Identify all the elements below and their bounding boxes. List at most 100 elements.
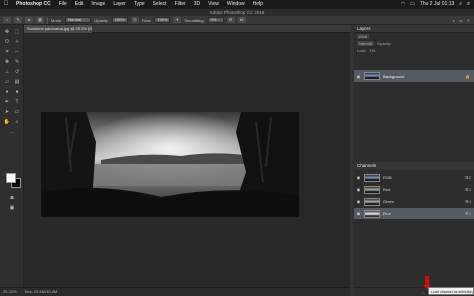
eraser-tool-icon[interactable]: ▱	[3, 79, 11, 86]
mode-label: Mode:	[51, 17, 63, 23]
lock-icon[interactable]: 🔒	[465, 74, 474, 79]
load-selection-icon[interactable]: ◌	[422, 290, 424, 295]
menu-app[interactable]: Photoshop CC	[12, 0, 55, 9]
photoshop-window:  Photoshop CC File Edit Image Layer Typ…	[0, 0, 474, 296]
search-icon[interactable]: ⌕	[453, 18, 455, 23]
smoothing-field[interactable]: 0%	[207, 17, 224, 23]
menubar-status: ◠ ▭ Thu 2 Jul 01:13 ⌕ ≡	[401, 0, 474, 9]
opacity-field[interactable]: 100%	[111, 17, 128, 23]
hand-tool-icon[interactable]: ✋	[3, 119, 11, 126]
wifi-icon[interactable]: ◠	[401, 0, 405, 9]
menu-layer[interactable]: Layer	[109, 0, 130, 9]
lasso-tool-icon[interactable]: ʘ	[3, 39, 11, 46]
history-brush-tool-icon[interactable]: ↺	[13, 69, 21, 76]
healing-tool-icon[interactable]: ✚	[3, 59, 11, 66]
menu-select[interactable]: Select	[149, 0, 171, 9]
kind-filter[interactable]: Kind	[357, 33, 370, 39]
layer-filter-row: Kind	[354, 33, 474, 40]
blend-mode-select[interactable]: Normal	[357, 40, 374, 46]
crop-tool-icon[interactable]: ⌗	[3, 49, 11, 56]
channel-thumbnail	[364, 209, 380, 218]
menu-filter[interactable]: Filter	[171, 0, 190, 9]
shape-tool-icon[interactable]: ▭	[13, 109, 21, 116]
layer-name[interactable]: Background	[383, 74, 404, 79]
menu-list-icon[interactable]: ≡	[467, 0, 470, 9]
zoom-tool-icon[interactable]: ⌕	[13, 119, 21, 126]
stamp-tool-icon[interactable]: ⊥	[3, 69, 11, 76]
apple-icon[interactable]: 	[0, 0, 12, 9]
share-icon[interactable]: ⇪	[467, 18, 470, 23]
zoom-level[interactable]: 25.32%	[3, 288, 17, 296]
lock-label: Lock:	[357, 47, 367, 53]
channel-thumbnail	[364, 185, 380, 194]
brush-preset-icon[interactable]: ●	[25, 17, 33, 23]
more-tools-icon[interactable]: …	[8, 129, 16, 136]
search-icon[interactable]: ⌕	[459, 0, 462, 9]
menu-type[interactable]: Type	[130, 0, 149, 9]
menu-file[interactable]: File	[55, 0, 71, 9]
document-tabs: Sunshine panorama.jpg @ 25.3% (Blue/8) *	[24, 25, 350, 33]
menu-3d[interactable]: 3D	[190, 0, 204, 9]
smoothing-options-icon[interactable]: ⚙	[226, 17, 235, 23]
channel-name: RGB	[383, 175, 392, 180]
divider	[47, 16, 48, 24]
pen-tool-icon[interactable]: ✒	[3, 99, 11, 106]
eye-icon[interactable]: ◉	[356, 74, 361, 79]
canvas-area[interactable]	[24, 33, 350, 287]
menu-view[interactable]: View	[204, 0, 223, 9]
toolbox: ✥ ⬚ ʘ ✧ ⌗ ⌐ ✚ ✎ ⊥ ↺ ▱ ▤ ♦ ● ✒ T ➤ ▭ ✋ ⌕ …	[0, 25, 24, 287]
symmetry-icon[interactable]: ⋈	[237, 17, 246, 23]
marquee-tool-icon[interactable]: ⬚	[13, 29, 21, 36]
tab-layers[interactable]: Layers	[354, 25, 474, 33]
mode-select[interactable]: Normal	[65, 17, 92, 23]
eye-icon[interactable]: ◉	[356, 187, 361, 192]
channel-name: Blue	[383, 211, 392, 216]
foreground-color-swatch[interactable]	[6, 173, 16, 183]
doc-size[interactable]: Doc: 29.5M/30.0M	[25, 288, 58, 296]
flow-field[interactable]: 100%	[154, 17, 171, 23]
menu-help[interactable]: Help	[249, 0, 267, 9]
move-tool-icon[interactable]: ✥	[3, 29, 11, 36]
opacity-label: Opacity:	[94, 17, 109, 23]
options-right: ⌕ ▭ ⇪	[453, 18, 474, 23]
quick-select-tool-icon[interactable]: ✧	[13, 39, 21, 46]
path-select-tool-icon[interactable]: ➤	[3, 109, 11, 116]
panels-dock: Layers Kind Normal Opacity: Lock: Fill: …	[354, 25, 474, 296]
clock[interactable]: Thu 2 Jul 01:13	[420, 0, 454, 9]
document-image[interactable]	[41, 112, 299, 217]
tab-channels[interactable]: Channels	[354, 162, 474, 170]
pressure-opacity-icon[interactable]: ◎	[130, 17, 139, 23]
layer-row-background[interactable]: ◉ Background 🔒	[354, 70, 474, 82]
screen-mode-icon[interactable]: ▣	[8, 205, 16, 212]
brush-tool-icon[interactable]: ✎	[14, 17, 22, 23]
options-bar: ⌂ ✎ ● ▦ Mode: Normal Opacity: 100% ◎ Flo…	[0, 16, 474, 25]
document-tab[interactable]: Sunshine panorama.jpg @ 25.3% (Blue/8) *	[24, 25, 92, 33]
channel-row-red[interactable]: ◉ Red ⌘3	[354, 184, 474, 195]
channel-row-blue[interactable]: ◉ Blue ⌘5	[354, 208, 474, 219]
quick-mask-icon[interactable]: ◙	[8, 195, 16, 202]
gradient-tool-icon[interactable]: ▤	[13, 79, 21, 86]
channel-thumbnail	[364, 173, 380, 182]
menu-window[interactable]: Window	[223, 0, 249, 9]
home-icon[interactable]: ⌂	[3, 17, 11, 23]
eye-icon[interactable]: ◉	[356, 175, 361, 180]
channel-row-rgb[interactable]: ◉ RGB ⌘2	[354, 172, 474, 183]
eye-icon[interactable]: ◉	[356, 211, 361, 216]
blur-tool-icon[interactable]: ♦	[3, 89, 11, 96]
flow-label: Flow:	[141, 17, 152, 23]
layer-thumbnail	[364, 72, 380, 80]
menu-edit[interactable]: Edit	[71, 0, 88, 9]
brush-tool-icon[interactable]: ✎	[13, 59, 21, 66]
menu-image[interactable]: Image	[87, 0, 109, 9]
eyedropper-tool-icon[interactable]: ⌐	[13, 49, 21, 56]
battery-icon[interactable]: ▭	[410, 0, 415, 9]
workspace-icon[interactable]: ▭	[459, 18, 463, 23]
channel-row-green[interactable]: ◉ Green ⌘4	[354, 196, 474, 207]
brush-settings-icon[interactable]: ▦	[36, 17, 44, 23]
layer-lock-row: Lock: Fill:	[354, 47, 474, 54]
smoothing-label: Smoothing:	[184, 17, 205, 23]
eye-icon[interactable]: ◉	[356, 199, 361, 204]
airbrush-icon[interactable]: ✈	[173, 17, 182, 23]
dodge-tool-icon[interactable]: ●	[13, 89, 21, 96]
type-tool-icon[interactable]: T	[13, 99, 21, 106]
